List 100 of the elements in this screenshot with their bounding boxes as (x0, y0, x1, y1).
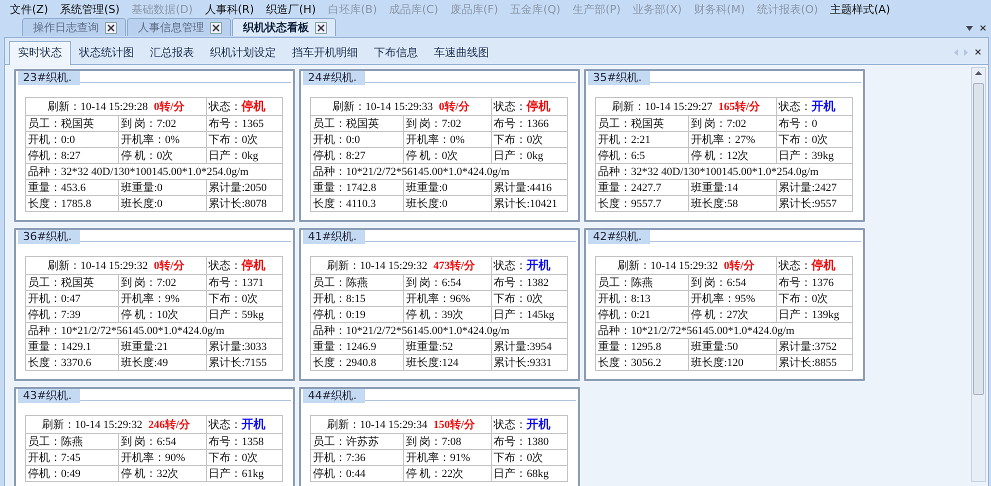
view-tab[interactable]: 挡车开机明细 (284, 42, 366, 64)
table-cell: 停 机：10次 (118, 306, 206, 322)
table-cell: 开机率：0% (118, 132, 206, 148)
table-cell: 开机率：27% (688, 132, 776, 148)
refresh-time: 刷新：10-14 15:29:34 (326, 419, 428, 431)
view-tab[interactable]: 织机计划设定 (202, 42, 284, 64)
document-tab[interactable]: 织机状态看板 (232, 18, 336, 36)
table-cell: 开机：0:47 (26, 290, 118, 306)
table-cell: 布号：1365 (206, 116, 282, 132)
table-cell: 重量：1742.8 (310, 180, 404, 196)
machine-status: 开机 (242, 417, 266, 431)
table-cell: 品种：32*32 40D/130*100145.00*1.0*254.0g/m (596, 164, 852, 180)
table-cell: 到 岗：7:02 (118, 274, 206, 290)
table-cell: 到 岗：7:08 (403, 434, 492, 450)
table-cell: 布号：1366 (491, 116, 568, 132)
refresh-time: 刷新：10-14 15:29:32 (326, 260, 428, 272)
table-cell: 下布：0次 (206, 132, 282, 148)
table-cell: 到 岗：6:54 (118, 434, 206, 450)
machine-status: 开机 (526, 417, 551, 431)
table-cell: 班长度:0 (403, 196, 492, 212)
speed-reading: 0转/分 (724, 260, 754, 272)
table-cell: 到 岗：6:54 (688, 274, 776, 290)
status-label: 状态： (208, 260, 242, 272)
close-icon[interactable] (979, 24, 987, 32)
table-cell: 停 机：39次 (403, 306, 492, 322)
menu-item[interactable]: 人事科(R) (200, 2, 262, 16)
table-cell: 员工：陈燕 (596, 274, 688, 290)
menu-item[interactable]: 文件(Z) (6, 2, 56, 16)
table-cell: 开机：7:45 (26, 450, 118, 466)
close-icon[interactable] (105, 22, 117, 34)
table-cell: 停机：0:21 (596, 306, 688, 322)
table-cell: 日产：59kg (206, 306, 282, 322)
card-title: 44#织机. (303, 389, 365, 403)
table-cell: 停机：8:27 (26, 148, 118, 164)
scrollbar[interactable] (971, 67, 986, 482)
speed-reading: 0转/分 (154, 260, 184, 272)
table-cell: 停机：0:19 (310, 306, 404, 322)
table-cell: 布号：0 (776, 116, 852, 132)
close-icon[interactable] (974, 48, 982, 56)
table-cell: 停 机：22次 (403, 466, 492, 482)
table-cell: 累计量:3033 (206, 338, 282, 354)
card-title: 23#织机. (18, 71, 80, 85)
table-cell: 停 机：27次 (688, 306, 776, 322)
tab-label: 织机状态看板 (243, 20, 309, 35)
card-title: 36#织机. (18, 230, 80, 244)
table-cell: 开机：2:21 (596, 132, 688, 148)
table-cell: 累计量:3752 (776, 338, 852, 354)
close-icon[interactable] (315, 22, 327, 34)
table-cell: 累计量:3954 (491, 338, 568, 354)
table-cell: 班长度:120 (688, 354, 776, 370)
table-cell: 累计长:8855 (776, 354, 852, 370)
card-title: 24#织机. (303, 71, 365, 85)
view-tab[interactable]: 状态统计图 (71, 42, 142, 64)
table-cell: 累计量:2050 (206, 180, 282, 196)
machine-status: 开机 (812, 99, 836, 113)
machine-status: 停机 (526, 99, 551, 113)
refresh-time: 刷新：10-14 15:29:28 (47, 101, 148, 113)
table-cell: 开机：0:0 (26, 132, 118, 148)
table-cell: 布号：1376 (776, 274, 852, 290)
table-cell: 累计长:9331 (491, 354, 568, 370)
dropdown-icon[interactable] (966, 26, 973, 30)
refresh-time: 刷新：10-14 15:29:32 (617, 260, 718, 272)
machine-status: 停机 (242, 99, 266, 113)
table-cell: 下布：0次 (206, 450, 282, 466)
view-tab[interactable]: 下布信息 (366, 42, 426, 64)
table-cell: 开机率：90% (118, 450, 206, 466)
status-label: 状态： (208, 419, 242, 431)
table-cell: 布号：1380 (491, 434, 568, 450)
table-cell: 开机：8:15 (310, 290, 404, 306)
card-title: 35#织机. (588, 71, 650, 85)
menu-item[interactable]: 主题样式(A) (826, 2, 898, 16)
scrollbar-thumb[interactable] (973, 83, 984, 395)
speed-reading: 165转/分 (718, 101, 760, 113)
table-cell: 到 岗：6:54 (403, 274, 492, 290)
table-cell: 品种：10*21/2/72*56145.00*1.0*424.0g/m (26, 322, 282, 338)
view-tab[interactable]: 车速曲线图 (426, 42, 497, 64)
table-cell: 到 岗：7:02 (688, 116, 776, 132)
table-cell: 累计长:9557 (776, 196, 852, 212)
scroll-up-icon[interactable] (975, 71, 982, 75)
table-cell: 日产：145kg (491, 306, 568, 322)
menu-item[interactable]: 织造厂(H) (262, 2, 324, 16)
table-cell: 布号：1371 (206, 274, 282, 290)
table-cell: 班长度:58 (688, 196, 776, 212)
table-cell: 开机率：95% (688, 290, 776, 306)
view-tab[interactable]: 汇总报表 (142, 42, 202, 64)
table-cell: 停 机：32次 (118, 466, 206, 482)
table-cell: 班重量:52 (403, 338, 492, 354)
table-cell: 开机：8:13 (596, 290, 688, 306)
table-cell: 布号：1382 (491, 274, 568, 290)
close-icon[interactable] (210, 22, 222, 34)
card-title: 41#织机. (303, 230, 365, 244)
menu-item[interactable]: 系统管理(S) (56, 2, 128, 16)
table-cell: 日产：68kg (491, 466, 568, 482)
refresh-time: 刷新：10-14 15:29:32 (42, 419, 142, 431)
table-cell: 班重量:21 (118, 338, 206, 354)
card-title: 43#织机. (18, 389, 80, 403)
table-cell: 重量：453.6 (26, 180, 118, 196)
table-cell: 停机：6:5 (596, 148, 688, 164)
view-tab[interactable]: 实时状态 (9, 41, 71, 65)
table-cell: 班长度:0 (118, 196, 206, 212)
